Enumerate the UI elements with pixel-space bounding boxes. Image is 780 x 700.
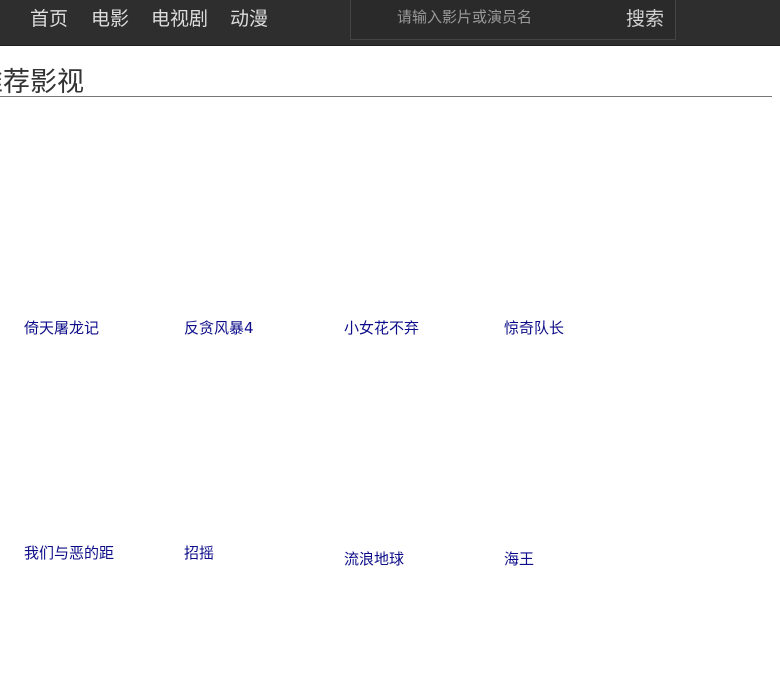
nav-link-anime[interactable]: 动漫 xyxy=(230,8,268,30)
movie-link[interactable]: 海王 xyxy=(504,550,654,568)
nav-link-home[interactable]: 首页 xyxy=(30,8,68,30)
nav-link-movies[interactable]: 电影 xyxy=(91,8,129,30)
movie-link[interactable]: 流浪地球 xyxy=(344,550,494,568)
nav-link-tv-series[interactable]: 电视剧 xyxy=(151,8,208,30)
section-divider xyxy=(0,96,772,97)
search-input[interactable] xyxy=(391,0,623,34)
top-navbar: 首页 电影 电视剧 动漫 搜索 xyxy=(0,0,780,46)
movie-link[interactable]: 我们与恶的距 xyxy=(24,544,174,562)
movie-link[interactable]: 惊奇队长 xyxy=(504,319,654,337)
search-form: 搜索 xyxy=(350,0,676,40)
search-button[interactable]: 搜索 xyxy=(615,2,675,32)
movie-link[interactable]: 倚天屠龙记 xyxy=(24,319,174,337)
movie-link[interactable]: 招摇 xyxy=(184,544,334,562)
movie-link[interactable]: 小女花不弃 xyxy=(344,319,494,337)
section-title: 推荐影视 xyxy=(0,67,84,98)
movie-link[interactable]: 反贪风暴4 xyxy=(184,319,334,337)
